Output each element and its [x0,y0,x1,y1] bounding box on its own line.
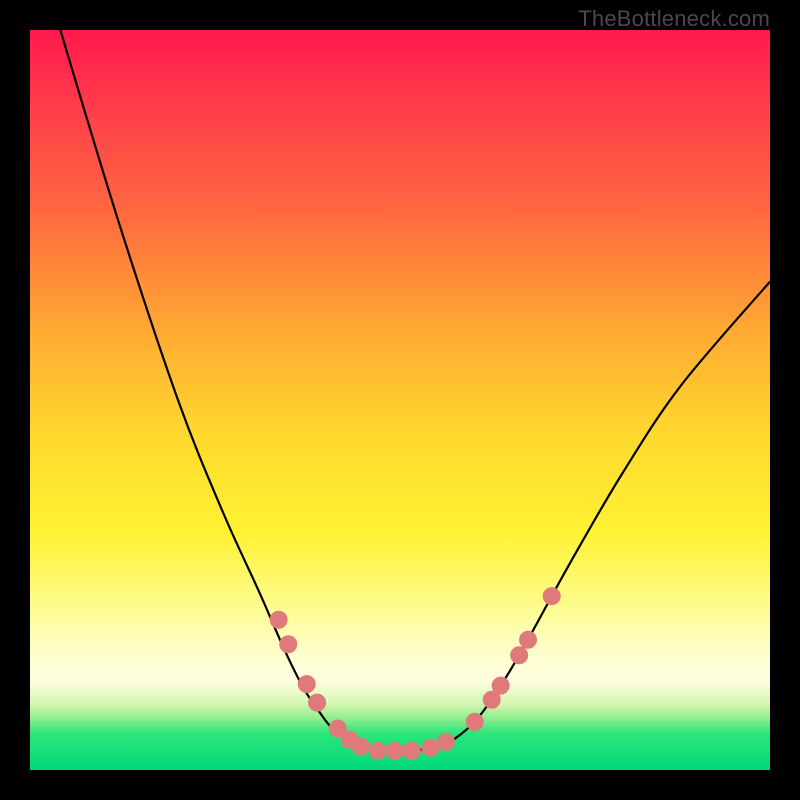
data-point [492,677,509,694]
chart-area [30,30,770,770]
data-point [309,694,326,711]
bottleneck-curve [60,30,770,751]
data-point [520,631,537,648]
data-point [437,733,454,750]
data-point [369,742,386,759]
data-point [352,738,369,755]
data-point [466,713,483,730]
data-point [511,647,528,664]
data-point [543,588,560,605]
data-point [298,676,315,693]
data-points-group [270,588,560,760]
watermark-text: TheBottleneck.com [578,6,770,32]
data-point [280,636,297,653]
data-point [270,611,287,628]
data-point [422,739,439,756]
data-point [386,742,403,759]
data-point [403,742,420,759]
bottleneck-curve-svg [30,30,770,770]
